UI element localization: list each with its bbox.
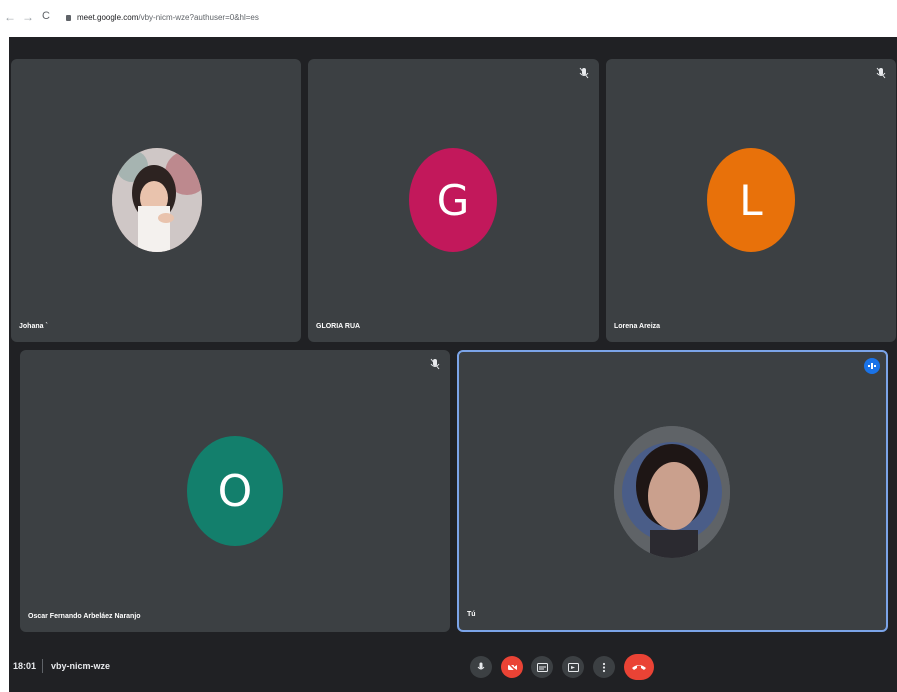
present-screen-button[interactable]	[562, 656, 584, 678]
meet-app: Johana ` G GLORIA RUA L Lorena Areiza O …	[9, 37, 897, 692]
more-options-button[interactable]	[593, 656, 615, 678]
camera-off-button[interactable]	[501, 656, 523, 678]
participant-name: Johana `	[19, 323, 48, 330]
meeting-time: 18:01	[13, 661, 37, 671]
participant-avatar-initial: O	[187, 436, 283, 546]
present-icon	[567, 662, 579, 672]
url-host: meet.google.com	[77, 13, 139, 22]
more-vert-icon	[602, 662, 606, 672]
captions-button[interactable]	[531, 656, 553, 678]
reload-icon[interactable]: C	[42, 10, 50, 22]
participant-avatar-initial: G	[409, 148, 497, 252]
participant-tile-oscar[interactable]: O Oscar Fernando Arbeláez Naranjo	[20, 350, 450, 632]
browser-toolbar: ← → C meet.google.com/vby-nicm-wze?authu…	[0, 0, 897, 36]
participant-avatar-photo	[112, 148, 202, 252]
participant-tile-johana[interactable]: Johana `	[11, 59, 301, 342]
participant-avatar-initial: L	[707, 148, 795, 252]
participant-avatar-photo	[614, 426, 730, 558]
lock-icon	[66, 14, 71, 21]
participant-tile-self[interactable]: Tú	[457, 350, 888, 632]
participant-name: Lorena Areiza	[614, 323, 661, 330]
forward-icon[interactable]: →	[22, 10, 34, 24]
meeting-code: vby-nicm-wze	[51, 661, 111, 671]
avatar-letter: O	[217, 465, 253, 517]
participant-tile-lorena[interactable]: L Lorena Areiza	[606, 59, 896, 342]
mic-button[interactable]	[470, 656, 492, 678]
captions-icon	[536, 662, 548, 672]
speaking-indicator-icon	[864, 358, 880, 374]
participant-tile-gloria[interactable]: G GLORIA RUA	[308, 59, 599, 342]
avatar-letter: L	[739, 175, 763, 225]
mic-off-icon	[579, 67, 589, 79]
leave-call-button[interactable]	[624, 654, 654, 680]
mic-icon	[477, 662, 485, 669]
participant-name: Oscar Fernando Arbeláez Naranjo	[28, 613, 141, 620]
address-bar[interactable]: meet.google.com/vby-nicm-wze?authuser=0&…	[66, 10, 546, 26]
mic-off-icon	[876, 67, 886, 79]
participant-name: GLORIA RUA	[316, 323, 361, 330]
divider	[42, 659, 43, 673]
avatar-letter: G	[436, 175, 470, 225]
hang-up-icon	[632, 665, 646, 670]
url-path: /vby-nicm-wze?authuser=0&hl=es	[138, 13, 259, 22]
camera-off-icon	[506, 662, 518, 672]
meeting-controls-bar: 18:01 vby-nicm-wze	[9, 644, 897, 692]
mic-off-icon	[430, 358, 440, 370]
participant-name: Tú	[467, 611, 476, 618]
back-icon[interactable]: ←	[4, 10, 16, 24]
